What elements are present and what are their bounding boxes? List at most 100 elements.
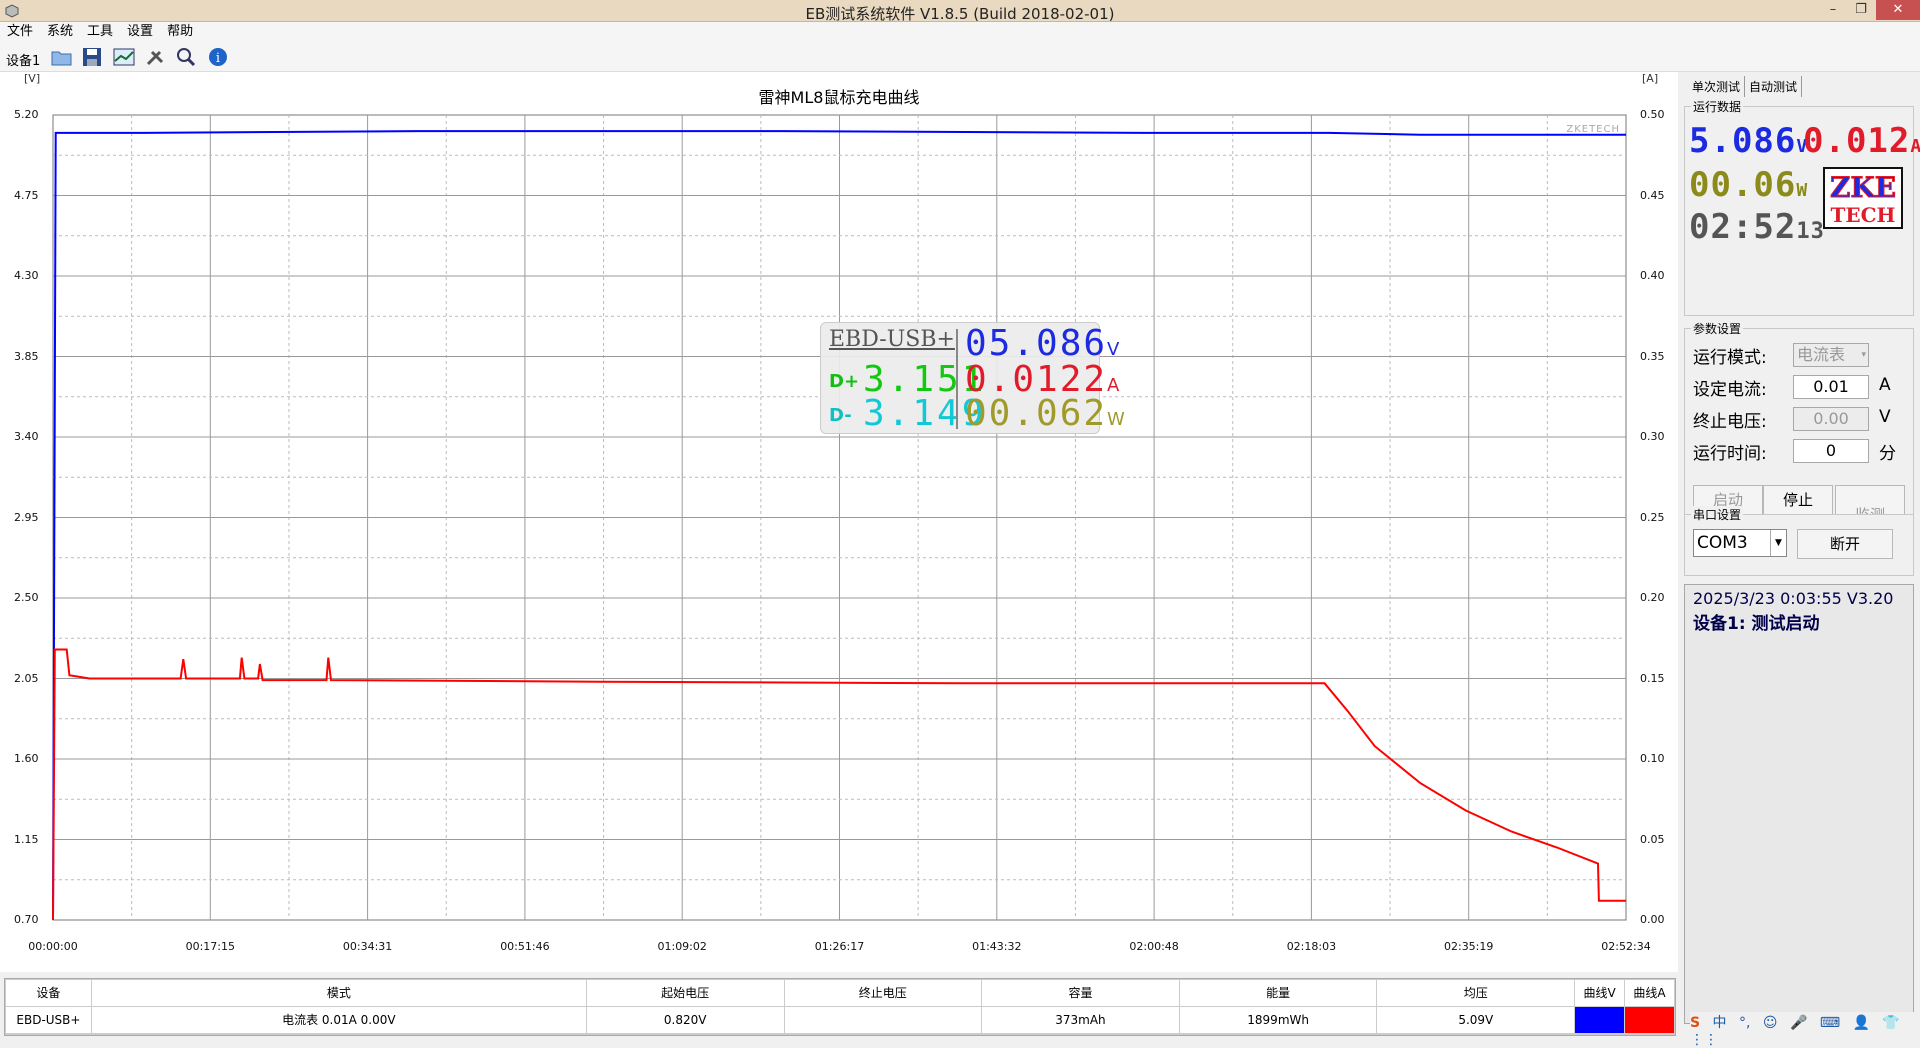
y-left-tick-label: 4.75: [14, 188, 39, 202]
ime-keyboard-icon[interactable]: ⌨: [1820, 1015, 1840, 1031]
y-left-tick-label: 0.70: [14, 913, 39, 926]
cell-energy: 1899mWh: [1178, 1005, 1378, 1034]
y-right-tick-label: 0.05: [1640, 832, 1665, 846]
menu-settings[interactable]: 设置: [120, 22, 160, 42]
stop-button[interactable]: 停止: [1763, 485, 1833, 515]
ime-emoji-icon[interactable]: ☺: [1763, 1015, 1778, 1031]
x-tick-label: 00:17:15: [185, 940, 235, 953]
open-folder-icon[interactable]: [50, 46, 74, 68]
run-time-unit: 分: [1879, 444, 1896, 464]
y-right-tick-label: 0.00: [1640, 913, 1665, 926]
close-button[interactable]: ✕: [1876, 0, 1920, 20]
table-header-row: 设备 模式 起始电压 终止电压 容量 能量 均压 曲线V 曲线A: [5, 979, 1675, 1007]
y-right-tick-label: 0.50: [1640, 108, 1665, 121]
x-tick-label: 00:51:46: [500, 940, 550, 953]
x-tick-label: 00:34:31: [342, 940, 393, 953]
y-right-tick-label: 0.35: [1640, 349, 1665, 363]
overlay-dm-label: D-: [829, 405, 852, 426]
maximize-button[interactable]: ❐: [1846, 0, 1876, 20]
menu-system[interactable]: 系统: [40, 22, 80, 42]
tab-auto-test[interactable]: 自动测试: [1745, 76, 1803, 97]
cell-start-voltage: 0.820V: [585, 1005, 785, 1034]
test-tabs: 单次测试 自动测试: [1688, 76, 1803, 97]
y-right-tick-label: 0.25: [1640, 510, 1665, 524]
svg-text:i: i: [216, 51, 220, 66]
com-port-select[interactable]: COM3 ▼: [1693, 529, 1787, 557]
run-data-title: 运行数据: [1691, 98, 1744, 115]
cell-device: EBD-USB+: [5, 1005, 92, 1034]
right-axis-unit: [A]: [1642, 72, 1659, 85]
time-readout: 02:5213: [1689, 207, 1825, 247]
table-row[interactable]: EBD-USB+ 电流表 0.01A 0.00V 0.820V 373mAh 1…: [5, 1005, 1675, 1034]
search-icon[interactable]: [174, 46, 198, 68]
cell-capacity: 373mAh: [981, 1005, 1180, 1034]
device-label: 设备1: [6, 54, 41, 69]
x-tick-label: 01:43:32: [972, 940, 1022, 953]
run-time-input[interactable]: 0: [1793, 439, 1869, 463]
log-time: 2025/3/23 0:03:55 V3.20: [1693, 589, 1894, 608]
cell-end-voltage: [783, 1005, 983, 1034]
ime-menu-icon[interactable]: ⋮⋮: [1690, 1032, 1718, 1048]
col-energy: 能量: [1178, 979, 1378, 1007]
y-right-tick-label: 0.10: [1640, 752, 1665, 765]
curve-v-swatch[interactable]: [1574, 1005, 1626, 1034]
sogou-icon[interactable]: S: [1690, 1015, 1700, 1031]
cell-avg-voltage: 5.09V: [1376, 1005, 1576, 1034]
x-tick-label: 02:18:03: [1286, 940, 1337, 953]
x-tick-label: 01:09:02: [657, 940, 707, 953]
minimize-button[interactable]: –: [1818, 0, 1848, 20]
col-start-voltage: 起始电压: [585, 979, 785, 1007]
window-title: EB测试系统软件 V1.8.5 (Build 2018-02-01): [805, 5, 1115, 23]
overlay-power: 00.062W: [965, 393, 1125, 434]
ime-punct-icon[interactable]: °,: [1739, 1015, 1750, 1031]
toolbar: 设备1 i: [0, 42, 1920, 72]
x-tick-label: 02:35:19: [1443, 940, 1494, 953]
chart-icon[interactable]: [112, 46, 136, 68]
zketech-logo: ZKE TECH: [1823, 167, 1903, 229]
y-right-tick-label: 0.20: [1640, 591, 1665, 604]
set-current-unit: A: [1879, 375, 1891, 395]
col-curve-a: 曲线A: [1624, 979, 1675, 1007]
cell-mode: 电流表 0.01A 0.00V: [90, 1005, 587, 1034]
curve-a-swatch[interactable]: [1624, 1005, 1675, 1034]
x-tick-label: 02:52:34: [1601, 940, 1651, 953]
menu-file[interactable]: 文件: [0, 22, 40, 42]
overlay-voltage: 05.086V: [965, 323, 1120, 364]
ime-user-icon[interactable]: 👤: [1853, 1015, 1870, 1031]
y-left-tick-label: 5.20: [14, 108, 39, 121]
mode-select[interactable]: 电流表 ▾: [1793, 343, 1869, 367]
tools-icon[interactable]: [144, 46, 168, 68]
stop-voltage-unit: V: [1879, 407, 1891, 427]
col-end-voltage: 终止电压: [783, 979, 983, 1007]
results-table: 设备 模式 起始电压 终止电压 容量 能量 均压 曲线V 曲线A EBD-USB…: [4, 978, 1676, 1036]
tab-single-test[interactable]: 单次测试: [1688, 76, 1746, 97]
menu-bar: 文件 系统 工具 设置 帮助: [0, 22, 1920, 42]
table-row-empty: [5, 1032, 1675, 1035]
disconnect-button[interactable]: 断开: [1797, 529, 1893, 559]
ime-skin-icon[interactable]: 👕: [1882, 1015, 1899, 1031]
chart-panel: 雷神ML8鼠标充电曲线 [V] [A] ZKETECH 5.20 4.75 4.30…: [0, 72, 1678, 972]
stop-voltage-input[interactable]: 0.00: [1793, 407, 1869, 431]
ime-voice-icon[interactable]: 🎤: [1790, 1015, 1807, 1031]
chart-watermark: ZKETECH: [1566, 124, 1620, 135]
menu-help[interactable]: 帮助: [160, 22, 200, 42]
y-right-tick-label: 0.15: [1640, 671, 1665, 685]
y-right-tick-label: 0.30: [1640, 430, 1665, 443]
menu-tools[interactable]: 工具: [80, 22, 120, 42]
y-left-tick-label: 2.95: [14, 510, 39, 524]
overlay-dp-label: D+: [829, 371, 860, 392]
save-icon[interactable]: [80, 46, 104, 68]
y-left-tick-label: 4.30: [14, 269, 39, 282]
ime-chinese[interactable]: 中: [1713, 1012, 1727, 1032]
y-left-tick-label: 1.15: [14, 832, 39, 846]
log-message: 设备1: 测试启动: [1693, 614, 1820, 634]
charge-curve-chart: [52, 114, 1627, 921]
overlay-device-name: EBD-USB+: [829, 327, 955, 352]
param-title: 参数设置: [1691, 320, 1744, 337]
set-current-input[interactable]: 0.01: [1793, 375, 1869, 399]
y-left-tick-label: 3.85: [14, 349, 39, 363]
y-right-tick-label: 0.40: [1640, 269, 1665, 282]
chart-title: 雷神ML8鼠标充电曲线: [758, 88, 920, 107]
title-bar: EB测试系统软件 V1.8.5 (Build 2018-02-01) – ❐ ✕: [0, 0, 1920, 23]
info-icon[interactable]: i: [206, 46, 230, 68]
